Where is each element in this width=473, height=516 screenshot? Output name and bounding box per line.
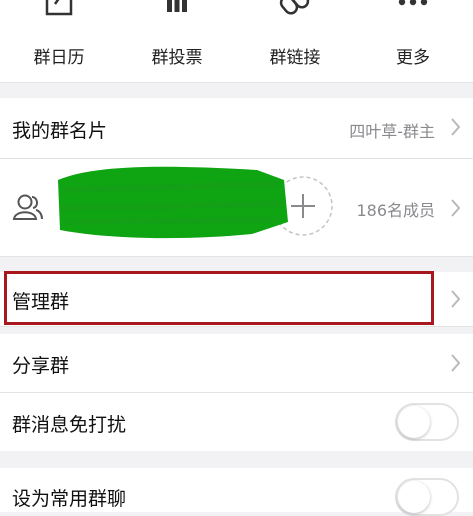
vote-icon xyxy=(162,0,192,20)
more-icon xyxy=(395,0,431,14)
calendar-icon xyxy=(44,0,74,22)
pin-label: 设为常用群聊 xyxy=(12,488,127,510)
shortcut-bar: 群日历 群投票 群链接 更多 xyxy=(0,0,473,83)
members-icon xyxy=(12,193,44,225)
chevron-right-icon xyxy=(451,354,461,376)
pin-toggle[interactable] xyxy=(395,478,459,516)
shortcut-calendar[interactable]: 群日历 xyxy=(0,0,118,82)
shortcut-link[interactable]: 群链接 xyxy=(236,0,354,82)
shortcut-calendar-label: 群日历 xyxy=(33,48,85,68)
pin-row: 设为常用群聊 xyxy=(0,468,473,516)
share-group-row[interactable]: 分享群 xyxy=(0,334,473,393)
group-card-label: 我的群名片 xyxy=(12,120,108,142)
shortcut-more-label: 更多 xyxy=(396,48,430,68)
mute-row: 群消息免打扰 xyxy=(0,393,473,451)
chevron-right-icon xyxy=(451,118,461,140)
chevron-right-icon xyxy=(451,290,461,312)
toggle-knob xyxy=(398,406,430,438)
redaction-scribble xyxy=(52,160,292,246)
chevron-right-icon xyxy=(451,199,461,221)
toggle-knob xyxy=(398,481,430,513)
shortcut-vote[interactable]: 群投票 xyxy=(118,0,236,82)
mute-label: 群消息免打扰 xyxy=(12,414,127,436)
highlight-box xyxy=(4,271,434,325)
shortcut-vote-label: 群投票 xyxy=(151,48,203,68)
link-icon xyxy=(279,0,311,22)
shortcut-more[interactable]: 更多 xyxy=(354,0,472,82)
mute-toggle[interactable] xyxy=(395,403,459,441)
shortcut-link-label: 群链接 xyxy=(269,48,321,68)
member-count: 186名成员 xyxy=(356,201,435,220)
share-group-label: 分享群 xyxy=(12,355,70,377)
group-card-value: 四叶草-群主 xyxy=(349,122,435,141)
group-card-row[interactable]: 我的群名片 四叶草-群主 xyxy=(0,98,473,159)
